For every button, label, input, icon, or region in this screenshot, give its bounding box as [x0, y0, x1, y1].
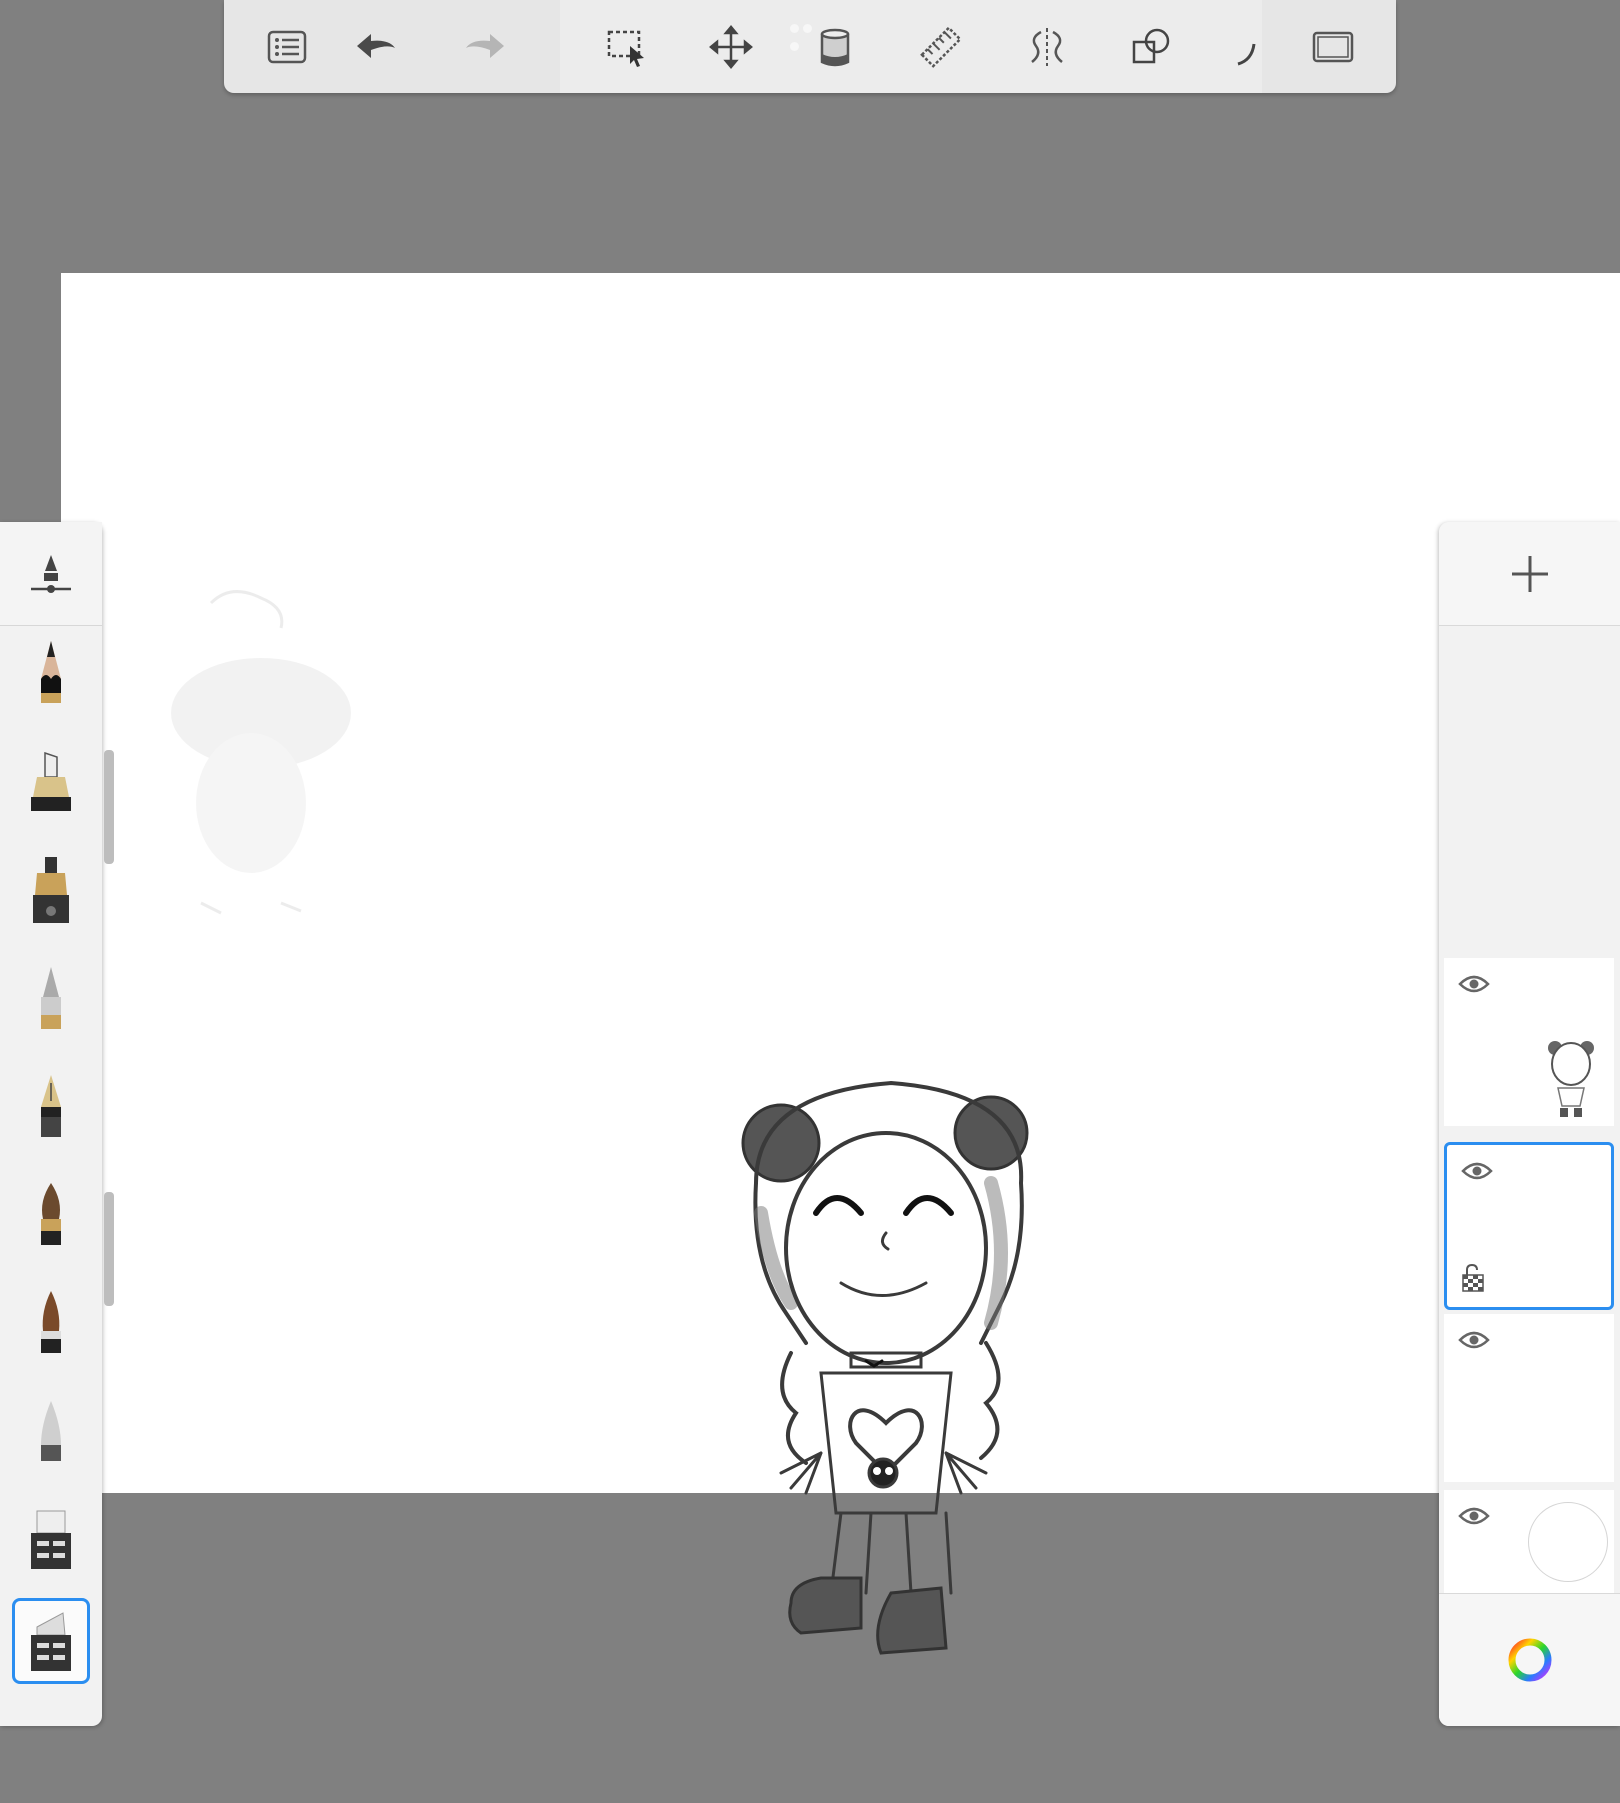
pencil-icon [41, 641, 61, 703]
ruler-icon [920, 26, 962, 68]
layer-active[interactable] [1444, 1142, 1614, 1310]
list-menu-icon [267, 30, 307, 64]
paint-bucket-icon [820, 28, 850, 67]
color-editor-button[interactable] [1439, 1593, 1620, 1726]
fullscreen-button[interactable] [1306, 20, 1360, 74]
color-wheel-icon [1508, 1638, 1551, 1682]
add-layer-button[interactable] [1439, 522, 1620, 626]
selection-button[interactable] [600, 20, 654, 74]
ballpoint-pen-icon [41, 967, 61, 1029]
redo-button[interactable] [458, 20, 512, 74]
visibility-eye-icon[interactable] [1461, 1159, 1493, 1183]
brush-palette-scroll-grip-lower[interactable] [104, 1192, 114, 1306]
brush-paintbrush[interactable] [12, 1172, 90, 1258]
curve-icon [1237, 43, 1256, 66]
layer-thumbnail [1548, 1041, 1594, 1117]
visibility-eye-icon[interactable] [1458, 1328, 1490, 1352]
undo-button[interactable] [349, 20, 403, 74]
selection-icon [607, 30, 644, 67]
ruler-button[interactable] [914, 20, 968, 74]
shapes-button[interactable] [1124, 20, 1178, 74]
visibility-eye-icon[interactable] [1458, 972, 1490, 996]
brush-pencil[interactable] [12, 630, 90, 716]
shapes-icon [1132, 28, 1170, 64]
plus-icon [1511, 555, 1548, 592]
brush-inker[interactable] [12, 848, 90, 934]
airbrush-icon [41, 1401, 61, 1461]
transform-button[interactable] [704, 20, 758, 74]
watercolor-brush-icon [41, 1291, 61, 1353]
symmetry-icon [1031, 28, 1063, 66]
character-sketch [741, 1080, 1029, 1655]
transparency-lock-icon[interactable] [1461, 1263, 1485, 1293]
faint-sketch-remnant [171, 590, 351, 915]
fullscreen-icon [1312, 31, 1354, 63]
brush-size-slider-icon [31, 554, 71, 593]
brush-soft-eraser[interactable] [12, 1598, 90, 1684]
visibility-eye-icon[interactable] [1458, 1504, 1490, 1528]
layer-background[interactable] [1444, 1490, 1614, 1594]
brush-fountain-pen[interactable] [12, 1064, 90, 1150]
layer-panel [1439, 522, 1620, 1726]
inker-icon [33, 857, 69, 923]
marker-icon [31, 751, 71, 811]
brush-watercolor[interactable] [12, 1280, 90, 1366]
symmetry-button[interactable] [1020, 20, 1074, 74]
redo-icon [466, 34, 504, 58]
hard-eraser-icon [31, 1510, 71, 1569]
background-color-swatch[interactable] [1528, 1502, 1608, 1582]
brush-airbrush[interactable] [12, 1388, 90, 1474]
layer-empty[interactable] [1444, 1314, 1614, 1482]
brush-hard-eraser[interactable] [12, 1496, 90, 1582]
fountain-pen-icon [41, 1075, 61, 1137]
top-toolbar [224, 0, 1396, 93]
brush-marker[interactable] [12, 740, 90, 826]
brush-palette-scroll-grip[interactable] [104, 750, 114, 864]
brush-properties-button[interactable] [0, 522, 102, 626]
fill-button[interactable] [808, 20, 862, 74]
app-name: Sketchbook [0, 0, 1, 1]
layer-sketch[interactable] [1444, 958, 1614, 1126]
curve-button[interactable] [1220, 20, 1274, 74]
sketchbook-app: Sketchbook [0, 0, 1620, 1803]
brush-palette [0, 522, 102, 1726]
move-icon [709, 25, 753, 69]
drawing-canvas[interactable] [61, 273, 1620, 1655]
undo-icon [357, 34, 395, 58]
soft-eraser-icon [31, 1612, 71, 1671]
menu-button[interactable] [260, 20, 314, 74]
paintbrush-icon [41, 1183, 61, 1245]
brush-ballpoint[interactable] [12, 956, 90, 1042]
